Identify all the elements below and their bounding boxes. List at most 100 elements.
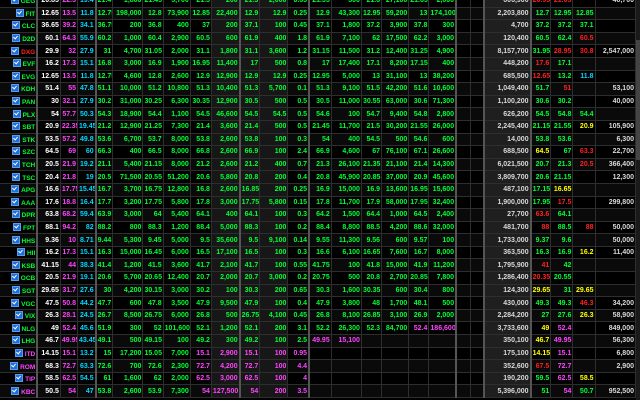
watchlist-checkbox[interactable] (11, 185, 20, 194)
table-row[interactable]: CLC36.6539.234.136.7520036.84003720037.1… (0, 19, 637, 33)
symbol-cell[interactable]: ROM (0, 359, 39, 373)
table-row[interactable]: VGC 47.5 50.8 44.2 47.7 600 47.8 3,500 47.9 9,500… (0, 296, 637, 310)
table-row[interactable]: DXG 29.9 32 27.9 31 4,700 31.05 2,000 31.1 1,800 3… (0, 44, 637, 58)
scrollbar-thumb[interactable] (636, 40, 640, 160)
table-row[interactable]: KSB 41.15 44 38.3 41.4 1,200 41.5 3,600 41.7 2,10… (0, 258, 637, 273)
symbol-cell[interactable]: CLC (0, 19, 39, 33)
symbol-cell[interactable]: TSC (0, 170, 39, 184)
watchlist-checkbox[interactable] (15, 374, 24, 383)
table-row[interactable]: NLG 49 52.4 45.6 51.9 300 52 101,600 52.1 1,200 52… (0, 321, 637, 336)
watchlist-checkbox[interactable] (11, 71, 20, 80)
symbol-cell[interactable]: AAA (0, 196, 39, 210)
symbol-cell[interactable]: DPR (0, 208, 39, 222)
watchlist-checkbox[interactable] (11, 46, 20, 55)
watchlist-checkbox[interactable] (10, 0, 19, 5)
table-row[interactable]: GEG 20.85 22.3 19.4 21.4 1,800 21.45 5,700 21.5 2… (0, 0, 637, 8)
table-row[interactable]: PAN 30 32.1 27.9 30.2 31,000 30.25 6,300 30.35 12… (0, 95, 637, 109)
watchlist-checkbox[interactable] (11, 336, 20, 345)
symbol-cell[interactable]: ITD (0, 347, 39, 361)
match-price: 72.7 (239, 359, 261, 373)
symbol-cell[interactable]: D2D (0, 32, 39, 46)
watchlist-checkbox[interactable] (11, 197, 20, 206)
symbol-cell[interactable]: STK (0, 133, 39, 147)
symbol-cell[interactable]: VIX (0, 309, 39, 323)
table-row[interactable]: PLX 54 57.7 50.3 54.3 18,900 54.4 1,100 54.5 46,6… (0, 107, 637, 121)
watchlist-checkbox[interactable] (11, 235, 20, 244)
symbol-cell[interactable]: OCB (0, 271, 39, 285)
watchlist-checkbox[interactable] (16, 248, 25, 257)
symbol-cell[interactable]: APG (0, 183, 39, 197)
watchlist-checkbox[interactable] (11, 260, 20, 269)
table-row[interactable]: D2D 60.1 64.3 55.9 60.2 1,000 60.4 2,900 60.5 600… (0, 32, 637, 46)
watchlist-checkbox[interactable] (12, 134, 21, 143)
symbol-cell[interactable]: TCH (0, 158, 39, 172)
symbol-cell[interactable]: KDH (0, 82, 39, 96)
table-row[interactable]: AAA 17.6 18.8 16.4 17.7 3,200 17.75 5,800 17.8 3,… (0, 196, 637, 210)
table-row[interactable]: TCH 20.5 21.9 19.2 21.1 5,400 21.15 8,000 21.2 2,… (0, 158, 637, 172)
table-row[interactable]: HHS 9.36 10 8.71 9.44 5,300 9.45 5,000 9.5 35,600… (0, 233, 637, 247)
watchlist-checkbox[interactable] (11, 84, 20, 93)
symbol-cell[interactable]: EVF (0, 57, 39, 71)
watchlist-checkbox[interactable] (11, 298, 20, 307)
symbol-cell[interactable]: PLX (0, 107, 39, 121)
watchlist-checkbox[interactable] (12, 34, 21, 43)
watchlist-checkbox[interactable] (12, 97, 20, 106)
symbol-cell[interactable]: HHS (0, 233, 39, 247)
watchlist-checkbox[interactable] (12, 109, 21, 118)
table-row[interactable]: SGT 29.65 31.7 27.6 30 4,200 30.15 3,000 30.2 100… (0, 284, 637, 298)
symbol-cell[interactable]: TIP (0, 372, 39, 386)
table-row[interactable]: KDH 51.4 55 47.8 51.1 10,000 51.2 10,800 51.3 10,… (0, 82, 637, 96)
watchlist-checkbox[interactable] (12, 147, 21, 156)
symbol-cell[interactable]: FPT (0, 221, 39, 235)
watchlist-checkbox[interactable] (12, 222, 21, 231)
watchlist-checkbox[interactable] (14, 311, 23, 320)
symbol-cell[interactable]: NLG (0, 321, 39, 336)
symbol-cell[interactable]: GEG (0, 0, 39, 8)
symbol-cell[interactable]: DXG (0, 44, 39, 58)
watchlist-checkbox[interactable] (12, 59, 21, 68)
table-row[interactable]: SBT20.922.3519.4521.212,90021.257,30021.… (0, 120, 637, 134)
table-row[interactable]: OCB 20.5 21.9 19.1 20.6 5,700 20.65 12,400 20.7 2… (0, 271, 637, 285)
symbol-cell[interactable]: HII (0, 246, 39, 260)
watchlist-checkbox[interactable] (11, 323, 20, 332)
symbol-cell[interactable]: LHG (0, 334, 39, 348)
table-row[interactable]: EVG12.6513.511.812.754,60012.82,60012.91… (0, 70, 637, 84)
watchlist-checkbox[interactable] (11, 21, 20, 30)
table-row[interactable]: HII 16.2 17.3 15.1 16.3 15,000 16.45 6,000 16.5 1… (0, 246, 637, 260)
table-row[interactable]: KBC 50.5 54 47 53.8 2,600 53.9 7,300 54 127,500 54… (0, 384, 637, 398)
table-row[interactable]: ROM 68.3 72.7 63.3 72.6 700 72.6 2,300 72.7 4,200… (0, 359, 637, 373)
table-row[interactable]: STK 53.5 57.2 49.8 53.6 6,700 53.7 8,000 53.8 2,6… (0, 133, 637, 147)
table-row[interactable]: TIP 58.5 62.5 54.5 61 1,600 62 2,000 62.5 3,000 62… (0, 372, 637, 386)
watchlist-checkbox[interactable] (14, 348, 23, 357)
table-row[interactable]: APG16.617.7515.4516.73,70016.7512,80016.… (0, 183, 637, 197)
symbol-cell[interactable]: VGC (0, 296, 39, 310)
symbol-cell[interactable]: KBC (0, 384, 39, 398)
watchlist-checkbox[interactable] (11, 285, 20, 294)
watchlist-checkbox[interactable] (11, 210, 20, 219)
symbol-cell[interactable]: KSB (0, 258, 39, 273)
table-row[interactable]: FPT 88.1 94.2 82 88.2 800 88.3 1,200 88.4 5,000 88… (0, 221, 637, 235)
watchlist-checkbox[interactable] (11, 160, 20, 169)
watchlist-checkbox[interactable] (12, 172, 21, 181)
symbol-cell[interactable]: EVG (0, 70, 39, 84)
table-row[interactable]: FIT12.6513.511.812.75198,00012.873,90012… (0, 7, 637, 21)
watchlist-checkbox[interactable] (11, 386, 20, 395)
vertical-scrollbar[interactable] (636, 0, 640, 400)
table-row[interactable]: DPR 63.8 68.2 59.4 63.9 3,000 64 5,400 64.1 400 64… (0, 208, 637, 222)
symbol-cell[interactable]: SGT (0, 284, 39, 298)
watchlist-checkbox[interactable] (10, 361, 19, 370)
symbol-cell[interactable]: SBT (0, 120, 39, 134)
symbol-cell[interactable]: FIT (0, 7, 39, 21)
table-row[interactable]: SZC 64.5 69 60 66.3 400 66.5 8,000 66.8 2,600 66.9… (0, 145, 637, 159)
table-row[interactable]: VIX 26.3 28.1 24.5 26.7 8,500 26.75 6,000 26.8 50… (0, 309, 637, 323)
table-row[interactable]: EVF 16.2 17.3 15.1 16.8 3,000 16.9 1,900 16.95 11… (0, 57, 637, 71)
watchlist-checkbox[interactable] (12, 122, 21, 131)
table-row[interactable]: LHG46.749.9543.4549.150049.1510049.23004… (0, 334, 637, 348)
table-row[interactable]: TSC 20.4 21.8 19 20.5 71,500 20.55 51,200 20.6 5,… (0, 170, 637, 184)
watchlist-checkbox[interactable] (15, 8, 24, 17)
table-row[interactable]: ITD 14.15 15.1 13.2 15 17,200 15.05 7,000 15.1 2,… (0, 347, 637, 361)
watchlist-checkbox[interactable] (10, 273, 19, 282)
ask3-price (408, 359, 430, 373)
symbol-cell[interactable]: SZC (0, 145, 39, 159)
symbol-cell[interactable]: PAN (0, 95, 39, 109)
